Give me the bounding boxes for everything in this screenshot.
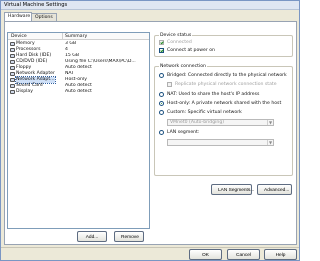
nat-label: NAT: Used to share the host's IP address (167, 92, 260, 97)
lan-segments-button[interactable]: LAN Segments... (211, 184, 254, 195)
column-header-summary[interactable]: Summary (65, 34, 87, 39)
lan-segment-radio[interactable] (159, 130, 164, 135)
network-connection-group: Network connection Bridged: Connected di… (154, 64, 293, 176)
cd-dvd-icon (10, 60, 15, 64)
advanced-button[interactable]: Advanced... (257, 184, 292, 195)
window-title: Virtual Machine Settings (4, 2, 68, 8)
nat-radio[interactable] (159, 92, 164, 97)
ok-button[interactable]: OK (189, 249, 222, 260)
memory-icon (10, 42, 15, 46)
device-summary: Auto detect (65, 89, 92, 94)
virtual-machine-settings-window: Virtual Machine Settings Hardware Option… (0, 0, 300, 261)
bridged-label: Bridged: Connected directly to the physi… (167, 73, 287, 78)
network-connection-title: Network connection (159, 64, 207, 69)
hard-disk-icon (10, 54, 15, 58)
footer-divider (1, 247, 299, 248)
cancel-button[interactable]: Cancel (227, 249, 260, 260)
floppy-icon (10, 66, 15, 70)
help-button[interactable]: Help (264, 249, 297, 260)
custom-network-dropdown[interactable]: VMnet0 (Auto-bridging) ▼ (167, 119, 274, 126)
lan-segment-label: LAN segment: (167, 130, 200, 135)
connected-label: Connected (167, 40, 192, 45)
device-name: Display (16, 89, 33, 94)
connected-checkbox[interactable] (159, 40, 164, 45)
device-status-title: Device status (159, 33, 193, 38)
device-row-display[interactable]: Display Auto detect (8, 89, 149, 95)
sound-card-icon (10, 84, 15, 88)
connect-at-power-on-label: Connect at power on (167, 48, 215, 53)
custom-radio[interactable] (159, 110, 164, 115)
bridged-radio[interactable] (159, 73, 164, 78)
tab-options[interactable]: Options (31, 13, 57, 21)
processor-icon (10, 48, 15, 52)
host-only-label: Host-only: A private network shared with… (167, 101, 282, 106)
replicate-state-label: Replicate physical network connection st… (175, 82, 277, 87)
network-adapter-icon (10, 72, 15, 76)
device-list[interactable]: Device Summary Memory 3 GB Processors 4 … (7, 32, 150, 229)
tab-hardware[interactable]: Hardware (4, 12, 32, 21)
column-header-device[interactable]: Device (11, 34, 27, 39)
chevron-down-icon: ▼ (267, 140, 273, 145)
connect-at-power-on-checkbox[interactable] (159, 48, 164, 53)
chevron-down-icon: ▼ (267, 120, 273, 125)
host-only-radio[interactable] (159, 101, 164, 106)
add-button[interactable]: Add... (77, 231, 107, 242)
title-bar: Virtual Machine Settings (1, 1, 299, 10)
lan-segment-dropdown[interactable]: ▼ (167, 139, 274, 146)
device-status-group: Device status Connected Connect at power… (154, 33, 293, 57)
column-divider[interactable] (62, 33, 63, 40)
network-adapter-icon (10, 78, 15, 82)
display-icon (10, 90, 15, 94)
custom-network-value: VMnet0 (Auto-bridging) (170, 120, 225, 125)
device-list-header: Device Summary (8, 33, 149, 40)
replicate-state-checkbox[interactable] (167, 82, 172, 87)
custom-label: Custom: Specific virtual network (167, 110, 242, 115)
remove-button[interactable]: Remove (114, 231, 144, 242)
